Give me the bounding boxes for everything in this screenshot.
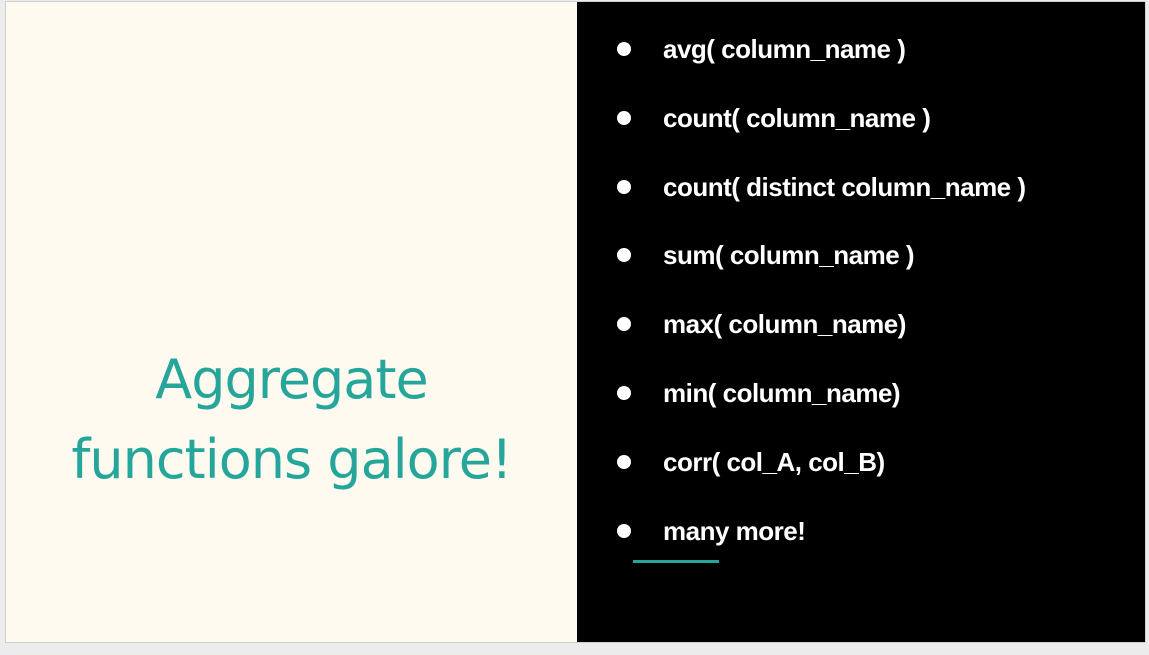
bullet-text: count( distinct column_name ) <box>663 171 1026 202</box>
bullet-item: corr( col_A, col_B) <box>617 442 885 482</box>
bullet-text: count( column_name ) <box>663 102 931 133</box>
bullet-text: many more! <box>663 515 806 546</box>
bullet-item: many more! <box>617 511 806 551</box>
accent-underline <box>633 560 719 563</box>
bullet-text: max( column_name) <box>663 308 906 339</box>
bullet-text: sum( column_name ) <box>663 239 915 270</box>
title-line-2: functions galore! <box>71 428 512 491</box>
bullet-text: corr( col_A, col_B) <box>663 446 885 477</box>
bullet-icon <box>617 248 631 262</box>
bullet-item: max( column_name) <box>617 304 906 344</box>
slide: Aggregate functions galore! avg( column_… <box>5 1 1146 643</box>
bullet-icon <box>617 317 631 331</box>
bullet-icon <box>617 524 631 538</box>
bullet-icon <box>617 111 631 125</box>
title-panel: Aggregate functions galore! <box>6 2 577 642</box>
slide-title: Aggregate functions galore! <box>6 340 577 500</box>
bullet-icon <box>617 180 631 194</box>
bullet-icon <box>617 455 631 469</box>
bullet-item: count( distinct column_name ) <box>617 167 1026 207</box>
bullet-text: min( column_name) <box>663 377 901 408</box>
bullet-icon <box>617 386 631 400</box>
bullet-panel: avg( column_name ) count( column_name ) … <box>577 2 1145 642</box>
bullet-item: sum( column_name ) <box>617 235 915 275</box>
title-line-1: Aggregate <box>155 348 429 411</box>
bullet-icon <box>617 42 631 56</box>
bullet-text: avg( column_name ) <box>663 33 906 64</box>
bullet-item: min( column_name) <box>617 373 901 413</box>
bullet-item: count( column_name ) <box>617 98 931 138</box>
bullet-item: avg( column_name ) <box>617 29 906 69</box>
